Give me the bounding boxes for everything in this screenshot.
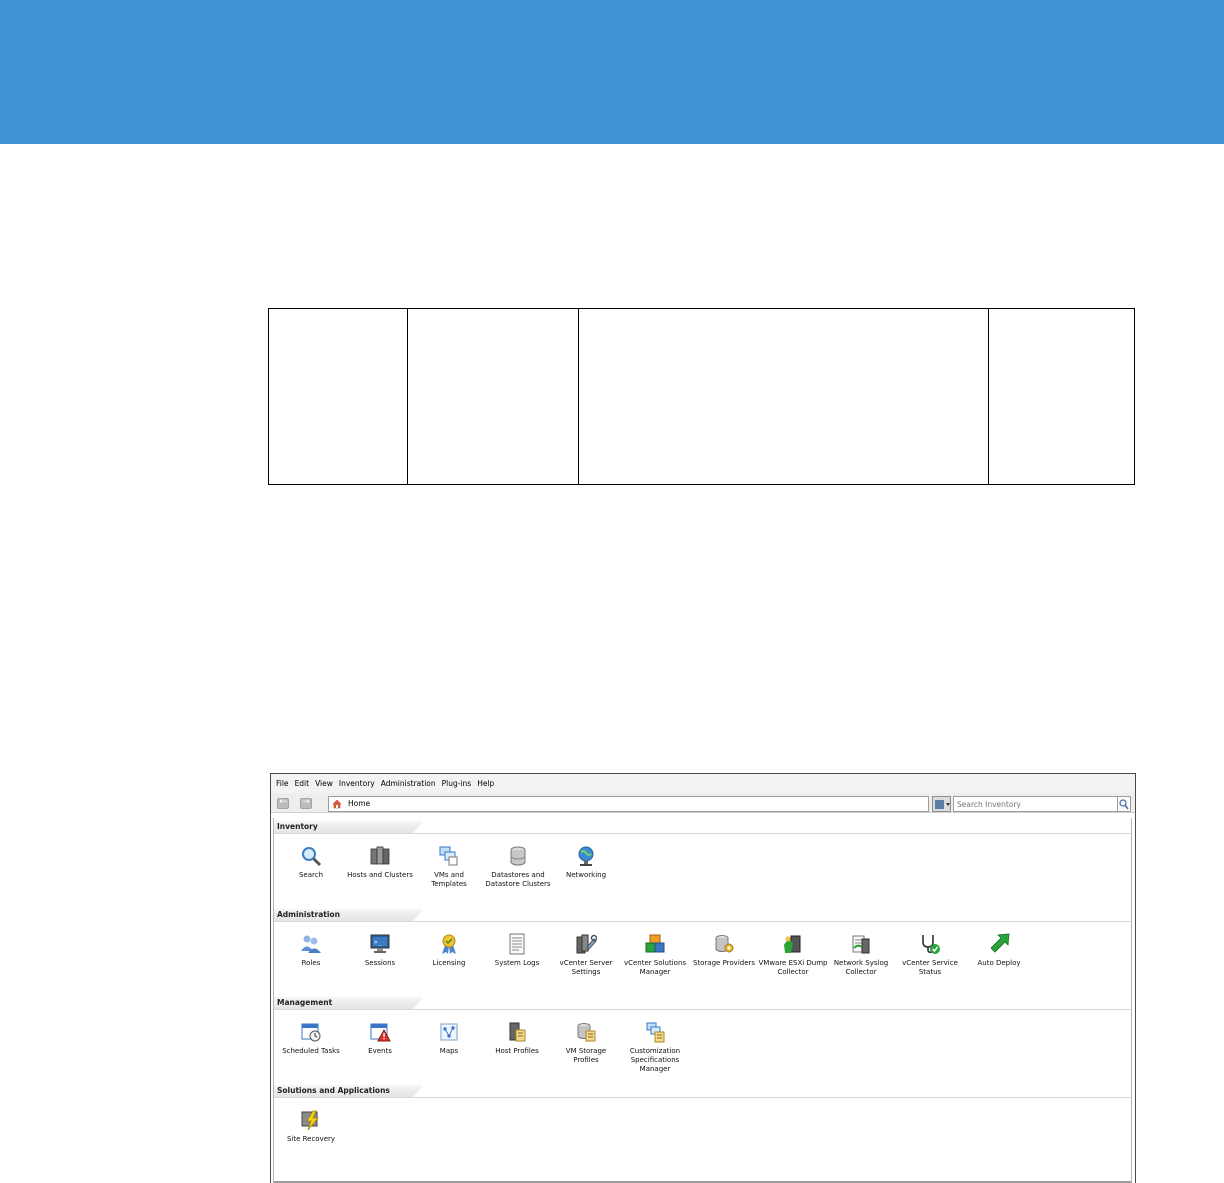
host-profiles-icon — [509, 1022, 526, 1042]
tile-vcenter-server-settings[interactable]: vCenter Server Settings — [550, 922, 622, 977]
forward-arrow-icon: → — [302, 797, 310, 807]
table-divider — [578, 309, 579, 484]
chevron-down-icon — [946, 803, 950, 806]
address-text: Home — [348, 799, 371, 808]
header-banner — [0, 0, 1224, 144]
tile-scheduled-tasks[interactable]: Scheduled Tasks — [275, 1010, 347, 1056]
vsphere-client-window: File Edit View Inventory Administration … — [270, 773, 1136, 1183]
syslog-collector-icon — [852, 935, 870, 954]
home-icon — [332, 799, 342, 809]
tile-sessions[interactable]: >_ Sessions — [344, 922, 416, 968]
menu-plugins[interactable]: Plug-ins — [442, 779, 472, 788]
sessions-monitor-icon: >_ — [370, 934, 390, 953]
tile-network-syslog-collector[interactable]: Network Syslog Collector — [825, 922, 897, 977]
search-button[interactable] — [1117, 796, 1131, 812]
tile-storage-providers[interactable]: Storage Providers — [688, 922, 760, 968]
tile-vcenter-solutions-manager[interactable]: vCenter Solutions Manager — [619, 922, 691, 977]
search-scope-dropdown[interactable] — [932, 796, 951, 812]
tile-licensing[interactable]: Licensing — [413, 922, 485, 968]
service-status-icon — [922, 935, 940, 954]
section-inventory: Inventory Search Hosts and Clusters VMs … — [274, 821, 1131, 909]
tile-search[interactable]: Search — [275, 834, 347, 880]
storage-providers-icon — [715, 935, 734, 953]
section-management: Management Scheduled Tasks Events Maps H… — [274, 997, 1131, 1085]
search-icon — [1119, 799, 1129, 810]
menu-help[interactable]: Help — [477, 779, 494, 788]
datastore-icon — [510, 846, 526, 866]
tile-auto-deploy[interactable]: Auto Deploy — [963, 922, 1035, 968]
network-globe-icon — [578, 846, 594, 866]
table-divider — [988, 309, 989, 484]
maps-icon — [440, 1023, 458, 1041]
dump-collector-icon — [784, 935, 801, 953]
menu-inventory[interactable]: Inventory — [339, 779, 375, 788]
home-content: Inventory Search Hosts and Clusters VMs … — [273, 818, 1132, 1183]
forward-button[interactable]: → — [300, 797, 312, 809]
magnifier-icon — [302, 847, 322, 867]
back-arrow-icon: ← — [279, 797, 287, 807]
tile-datastores[interactable]: Datastores and Datastore Clusters — [482, 834, 554, 889]
menu-file[interactable]: File — [276, 779, 289, 788]
events-warning-icon — [370, 1023, 391, 1042]
vm-storage-profiles-icon — [577, 1023, 596, 1042]
tile-events[interactable]: Events — [344, 1010, 416, 1056]
tile-customization-specifications-manager[interactable]: Customization Specifications Manager — [619, 1010, 691, 1074]
vms-templates-icon — [439, 846, 458, 866]
menu-view[interactable]: View — [315, 779, 333, 788]
licensing-ribbon-icon — [442, 934, 456, 954]
tile-system-logs[interactable]: System Logs — [481, 922, 553, 968]
address-bar[interactable]: Home — [328, 796, 929, 812]
tile-roles[interactable]: Roles — [275, 922, 347, 968]
hosts-clusters-icon — [370, 846, 390, 865]
menu-bar: File Edit View Inventory Administration … — [271, 774, 1135, 793]
divider — [274, 1097, 1131, 1098]
tile-site-recovery[interactable]: Site Recovery — [275, 1098, 347, 1144]
table-divider — [407, 309, 408, 484]
roles-users-icon — [301, 935, 321, 953]
tile-maps[interactable]: Maps — [413, 1010, 485, 1056]
search-inventory-input[interactable] — [953, 796, 1119, 812]
solutions-manager-icon — [645, 934, 665, 953]
inventory-scope-icon — [935, 800, 944, 809]
customization-specs-icon — [646, 1022, 665, 1043]
site-recovery-bolt-icon — [301, 1110, 319, 1131]
menu-administration[interactable]: Administration — [381, 779, 436, 788]
tile-hosts-and-clusters[interactable]: Hosts and Clusters — [344, 834, 416, 880]
scheduled-tasks-icon — [301, 1023, 321, 1042]
section-solutions-and-applications: Solutions and Applications Site Recovery — [274, 1085, 1131, 1180]
tile-networking[interactable]: Networking — [550, 834, 622, 880]
empty-table — [268, 308, 1135, 485]
tile-vms-and-templates[interactable]: VMs and Templates — [413, 834, 485, 889]
navigation-toolbar: ← → Home — [271, 793, 1135, 813]
tile-esxi-dump-collector[interactable]: VMware ESXi Dump Collector — [757, 922, 829, 977]
section-administration: Administration Roles >_ Sessions Licensi… — [274, 909, 1131, 997]
tile-host-profiles[interactable]: Host Profiles — [481, 1010, 553, 1056]
back-button[interactable]: ← — [277, 797, 289, 809]
tile-vcenter-service-status[interactable]: vCenter Service Status — [894, 922, 966, 977]
svg-text:>_: >_ — [374, 939, 382, 946]
tile-vm-storage-profiles[interactable]: VM Storage Profiles — [550, 1010, 622, 1065]
server-settings-icon — [576, 934, 597, 954]
auto-deploy-arrow-icon — [990, 933, 1010, 953]
system-logs-icon — [509, 933, 525, 955]
menu-edit[interactable]: Edit — [295, 779, 310, 788]
